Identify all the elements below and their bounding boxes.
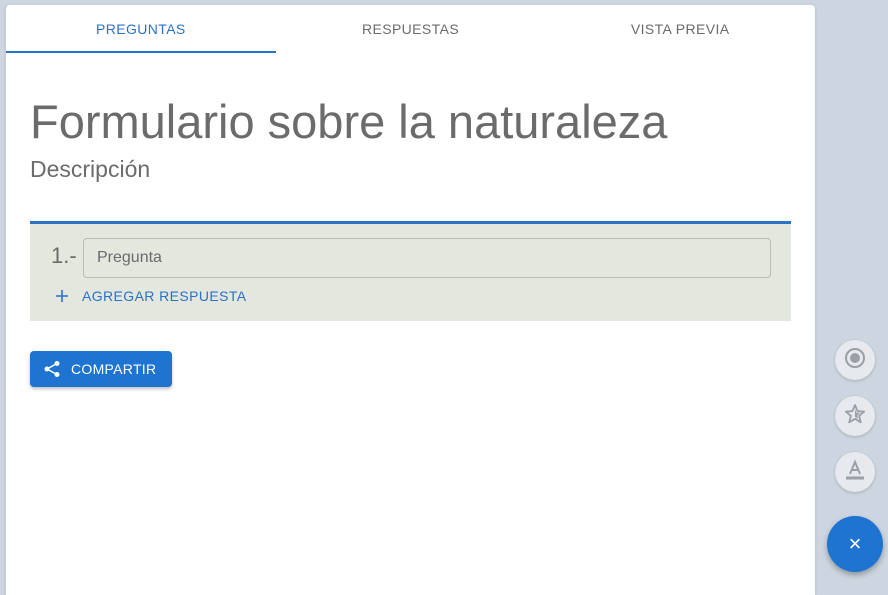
share-button-label: COMPARTIR: [71, 361, 157, 377]
form-description[interactable]: Descripción: [30, 156, 150, 183]
close-fab-button[interactable]: ×: [827, 516, 883, 572]
close-icon: ×: [848, 531, 862, 556]
add-multiple-choice-button[interactable]: [835, 340, 875, 380]
share-icon: [43, 360, 61, 378]
tab-respuestas[interactable]: RESPUESTAS: [276, 5, 546, 53]
radio-button-icon: [844, 347, 866, 374]
form-title[interactable]: Formulario sobre la naturaleza: [30, 94, 667, 149]
plus-icon: [54, 288, 70, 304]
tab-preguntas[interactable]: PREGUNTAS: [6, 5, 276, 53]
text-format-icon: [844, 458, 866, 486]
tab-vista-previa[interactable]: VISTA PREVIA: [545, 5, 815, 53]
star-rating-icon: [844, 403, 866, 430]
add-answer-button[interactable]: AGREGAR RESPUESTA: [54, 285, 246, 307]
question-input[interactable]: [83, 238, 771, 278]
add-text-button[interactable]: [835, 452, 875, 492]
share-button[interactable]: COMPARTIR: [30, 351, 172, 387]
add-answer-label: AGREGAR RESPUESTA: [82, 288, 247, 304]
question-number: 1.-: [51, 243, 77, 268]
add-rating-button[interactable]: [835, 396, 875, 436]
question-block: 1.- AGREGAR RESPUESTA: [30, 221, 791, 321]
form-editor-card: PREGUNTAS RESPUESTAS VISTA PREVIA Formul…: [6, 5, 815, 595]
tab-bar: PREGUNTAS RESPUESTAS VISTA PREVIA: [6, 5, 815, 53]
